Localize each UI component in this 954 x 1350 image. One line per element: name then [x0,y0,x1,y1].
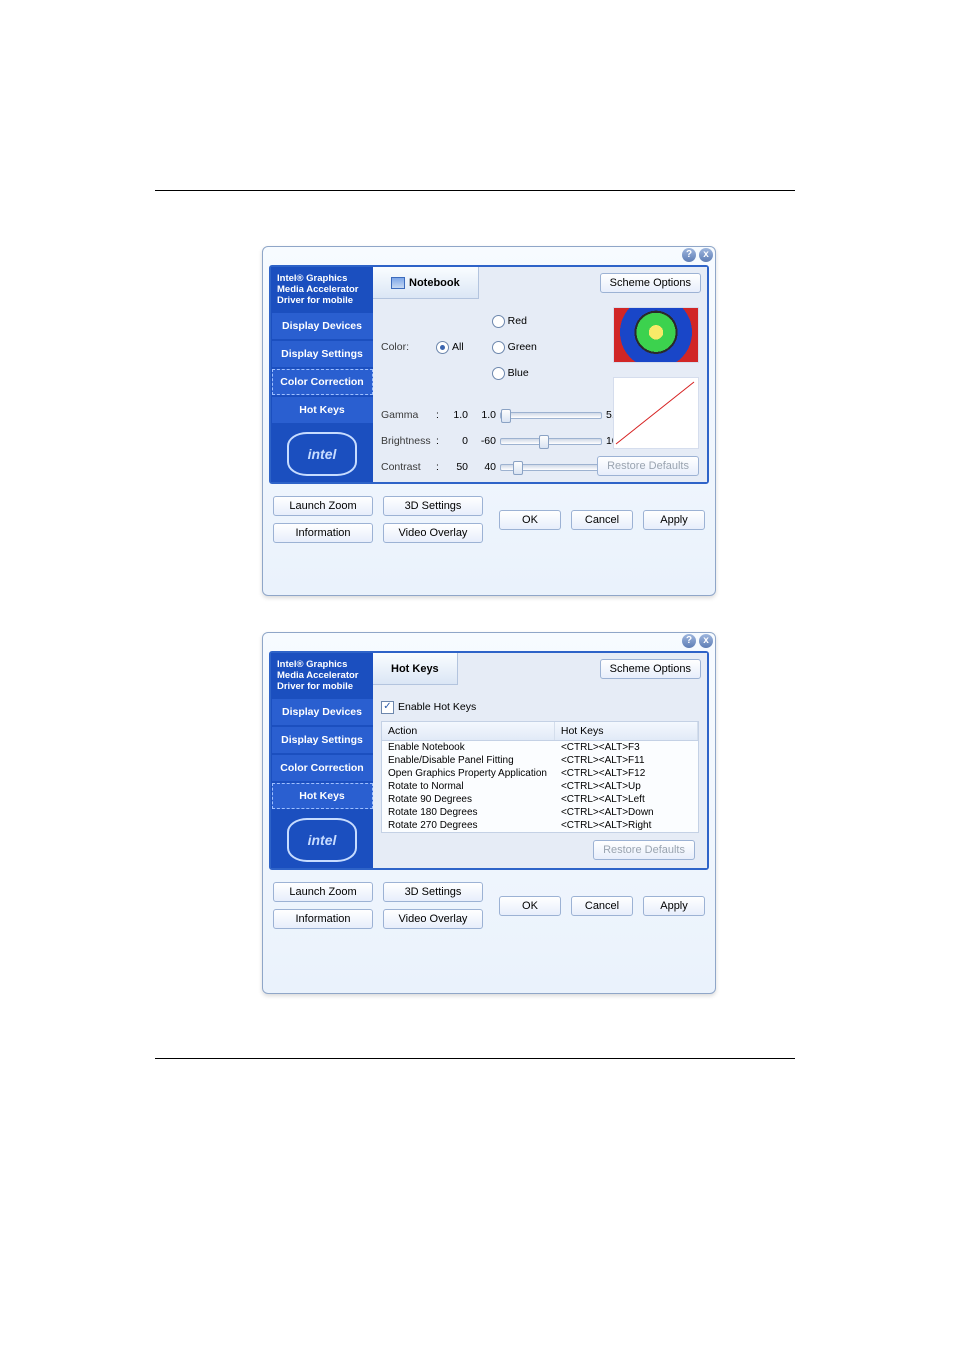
sidebar-item-hot-keys[interactable]: Hot Keys [272,397,373,423]
radio-red-label: Red [508,315,527,327]
ok-button[interactable]: OK [499,510,561,530]
divider [155,190,795,191]
intel-logo: intel [287,432,357,476]
table-row[interactable]: Rotate 270 Degrees<CTRL><ALT>Right [382,819,698,832]
3d-settings-button[interactable]: 3D Settings [383,882,483,902]
monitor-icon [391,277,405,289]
radio-green-label: Green [508,341,537,353]
titlebar: ? x [263,247,715,263]
radio-blue-label: Blue [508,367,529,379]
table-row[interactable]: Enable Notebook<CTRL><ALT>F3 [382,741,698,754]
tab-notebook[interactable]: Notebook [373,267,479,299]
cancel-button[interactable]: Cancel [571,896,633,916]
gamma-min: 1.0 [474,409,496,421]
restore-defaults-button[interactable]: Restore Defaults [593,840,695,860]
table-row[interactable]: Rotate 90 Degrees<CTRL><ALT>Left [382,793,698,806]
launch-zoom-button[interactable]: Launch Zoom [273,882,373,902]
sidebar: Intel® Graphics Media Accelerator Driver… [271,267,373,482]
tab-label: Hot Keys [391,663,439,675]
hotkey-cell: <CTRL><ALT>Down [555,806,698,819]
action-cell: Enable Notebook [382,741,555,754]
sidebar-item-display-settings[interactable]: Display Settings [272,341,373,367]
video-overlay-button[interactable]: Video Overlay [383,523,483,543]
sidebar-item-display-devices[interactable]: Display Devices [272,699,373,725]
video-overlay-button[interactable]: Video Overlay [383,909,483,929]
header-tabs: Notebook [373,267,479,299]
action-cell: Rotate 90 Degrees [382,793,555,806]
action-cell: Enable/Disable Panel Fitting [382,754,555,767]
information-button[interactable]: Information [273,909,373,929]
color-preview [613,307,699,363]
intel-graphics-dialog-hotkeys: ? x Intel® Graphics Media Accelerator Dr… [262,632,716,994]
table-row[interactable]: Rotate 180 Degrees<CTRL><ALT>Down [382,806,698,819]
ok-button[interactable]: OK [499,896,561,916]
sidebar-item-hot-keys[interactable]: Hot Keys [272,783,373,809]
radio-blue[interactable] [492,367,505,380]
brand-text: Intel® Graphics Media Accelerator Driver… [271,271,373,312]
gamma-value: 1.0 [442,409,468,421]
radio-all-label: All [452,341,464,353]
table-row[interactable]: Open Graphics Property Application<CTRL>… [382,767,698,780]
hotkey-cell: <CTRL><ALT>F11 [555,754,698,767]
color-label: Color: [381,341,436,353]
intel-logo: intel [287,818,357,862]
brand-text: Intel® Graphics Media Accelerator Driver… [271,657,373,698]
contrast-label: Contrast [381,461,436,473]
information-button[interactable]: Information [273,523,373,543]
enable-hotkeys-label: Enable Hot Keys [398,701,476,713]
divider [155,1058,795,1059]
contrast-min: 40 [474,461,496,473]
sidebar-item-display-settings[interactable]: Display Settings [272,727,373,753]
hotkeys-table: Action Hot Keys Enable Notebook<CTRL><AL… [381,721,699,833]
action-cell: Rotate 180 Degrees [382,806,555,819]
hotkey-cell: <CTRL><ALT>F12 [555,767,698,780]
tab-label: Notebook [409,277,460,289]
gamma-curve [613,377,699,449]
brightness-value: 0 [442,435,468,447]
hotkey-cell: <CTRL><ALT>F3 [555,741,698,754]
tab-hotkeys[interactable]: Hot Keys [373,653,458,685]
contrast-value: 50 [442,461,468,473]
table-row[interactable]: Rotate to Normal<CTRL><ALT>Up [382,780,698,793]
launch-zoom-button[interactable]: Launch Zoom [273,496,373,516]
contrast-slider[interactable] [500,464,602,471]
gamma-slider[interactable] [500,412,602,419]
apply-button[interactable]: Apply [643,896,705,916]
action-cell: Rotate to Normal [382,780,555,793]
intel-graphics-dialog: ? x Intel® Graphics Media Accelerator Dr… [262,246,716,596]
scheme-options-button[interactable]: Scheme Options [600,659,701,679]
enable-hotkeys-checkbox[interactable] [381,701,394,714]
hotkey-cell: <CTRL><ALT>Right [555,819,698,832]
sidebar-item-color-correction[interactable]: Color Correction [272,369,373,395]
hotkey-cell: <CTRL><ALT>Left [555,793,698,806]
radio-all[interactable] [436,341,449,354]
action-cell: Rotate 270 Degrees [382,819,555,832]
col-hotkeys[interactable]: Hot Keys [555,722,698,740]
gamma-label: Gamma [381,409,436,421]
help-icon[interactable]: ? [682,634,696,648]
titlebar: ? x [263,633,715,649]
scheme-options-button[interactable]: Scheme Options [600,273,701,293]
action-cell: Open Graphics Property Application [382,767,555,780]
sidebar: Intel® Graphics Media Accelerator Driver… [271,653,373,868]
col-action[interactable]: Action [382,722,555,740]
radio-red[interactable] [492,315,505,328]
close-icon[interactable]: x [699,634,713,648]
brightness-slider[interactable] [500,438,602,445]
restore-defaults-button[interactable]: Restore Defaults [597,456,699,476]
sidebar-item-display-devices[interactable]: Display Devices [272,313,373,339]
brightness-min: -60 [474,435,496,447]
table-row[interactable]: Enable/Disable Panel Fitting<CTRL><ALT>F… [382,754,698,767]
apply-button[interactable]: Apply [643,510,705,530]
header-tabs: Hot Keys [373,653,458,685]
cancel-button[interactable]: Cancel [571,510,633,530]
hotkey-cell: <CTRL><ALT>Up [555,780,698,793]
radio-green[interactable] [492,341,505,354]
close-icon[interactable]: x [699,248,713,262]
sidebar-item-color-correction[interactable]: Color Correction [272,755,373,781]
brightness-label: Brightness [381,435,436,447]
help-icon[interactable]: ? [682,248,696,262]
3d-settings-button[interactable]: 3D Settings [383,496,483,516]
